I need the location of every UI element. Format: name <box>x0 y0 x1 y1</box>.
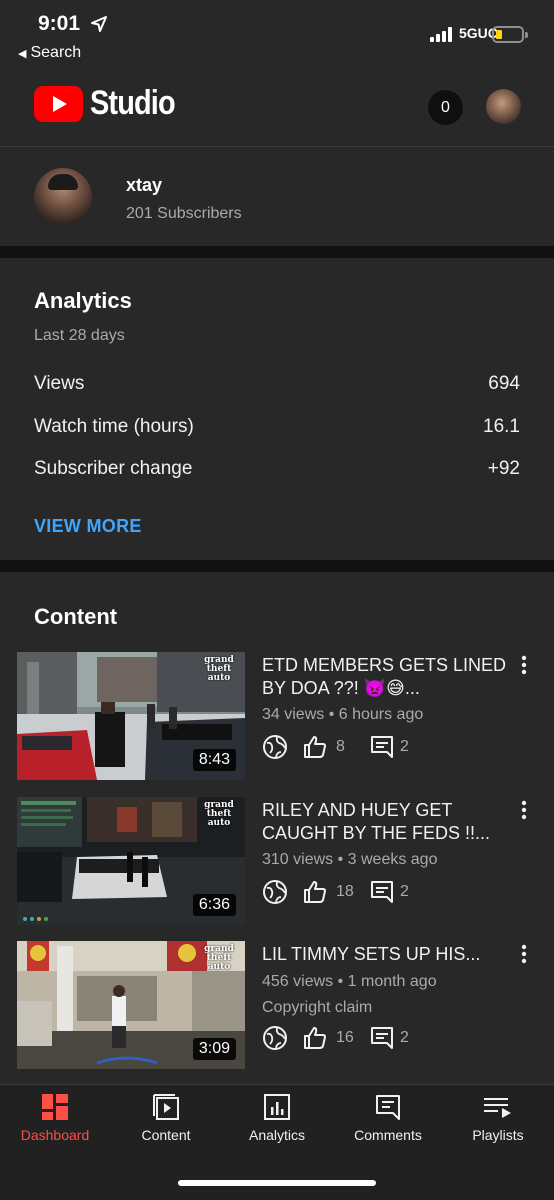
nav-label: Comments <box>354 1127 422 1143</box>
public-globe-icon <box>263 880 287 904</box>
video-meta: 34 views • 6 hours ago <box>262 706 424 723</box>
video-stats: 16 2 <box>262 1025 502 1053</box>
comment-icon <box>371 881 393 903</box>
nav-label: Content <box>141 1127 191 1143</box>
nav-label: Analytics <box>248 1127 306 1143</box>
nav-item-playlists[interactable]: Playlists <box>443 1093 553 1143</box>
dashboard-icon <box>42 1094 68 1120</box>
thumbnail-logo: grand theft auto <box>204 655 234 683</box>
comment-count: 2 <box>400 738 409 755</box>
section-separator <box>0 560 554 572</box>
like-count: 8 <box>336 738 345 755</box>
metric-value: +92 <box>487 458 520 479</box>
video-meta: 456 views • 1 month ago <box>262 973 437 990</box>
subscriber-count: 201 Subscribers <box>126 205 242 222</box>
video-duration: 3:09 <box>192 1038 236 1060</box>
like-count: 16 <box>336 1029 354 1046</box>
public-globe-icon <box>263 735 287 759</box>
video-item[interactable]: grand theft auto 6:36 RILEY AND HUEY GET… <box>0 797 554 927</box>
nav-label: Playlists <box>472 1127 524 1143</box>
battery-icon <box>492 26 528 43</box>
like-icon <box>304 881 326 903</box>
status-bar: 9:01 ◀ Search 5GUC <box>0 0 554 70</box>
video-meta: 310 views • 3 weeks ago <box>262 851 438 868</box>
nav-item-content[interactable]: Content <box>111 1093 221 1143</box>
analytics-period: Last 28 days <box>34 327 125 344</box>
channel-card[interactable]: xtay 201 Subscribers <box>0 148 554 246</box>
video-thumbnail[interactable]: grand theft auto 3:09 <box>17 941 245 1069</box>
comment-icon <box>371 736 393 758</box>
nav-item-analytics[interactable]: Analytics <box>222 1093 332 1143</box>
nav-label: Dashboard <box>20 1127 90 1143</box>
metric-subscriber-change: Subscriber change +92 <box>34 454 520 484</box>
video-title[interactable]: LIL TIMMY SETS UP HIS... <box>262 943 510 966</box>
nav-item-dashboard[interactable]: Dashboard <box>0 1093 110 1143</box>
location-arrow-icon <box>91 16 107 32</box>
public-globe-icon <box>263 1026 287 1050</box>
youtube-logo-icon <box>34 86 83 122</box>
metric-value: 16.1 <box>483 416 520 437</box>
playlists-icon <box>484 1098 511 1118</box>
video-duration: 8:43 <box>192 749 236 771</box>
video-stats: 18 2 <box>262 879 502 907</box>
like-icon <box>304 736 326 758</box>
view-more-button[interactable]: VIEW MORE <box>34 516 142 537</box>
channel-name: xtay <box>126 175 163 195</box>
video-title[interactable]: ETD MEMBERS GETS LINED BY DOA ??! 👿😅... <box>262 654 510 700</box>
like-icon <box>304 1027 326 1049</box>
home-indicator <box>178 1180 376 1186</box>
app-header: Studio 0 <box>0 70 554 146</box>
nav-item-comments[interactable]: Comments <box>333 1093 443 1143</box>
video-item[interactable]: grand theft auto 3:09 LIL TIMMY SETS UP … <box>0 941 554 1071</box>
copyright-claim-label[interactable]: Copyright claim <box>262 999 372 1017</box>
comment-count: 2 <box>400 883 409 900</box>
content-icon <box>153 1094 179 1120</box>
content-title: Content <box>34 604 118 629</box>
notification-badge[interactable]: 0 <box>428 90 463 125</box>
metric-label: Subscriber change <box>34 458 193 479</box>
content-card: Content grand theft auto 8:43 ETD MEMBER… <box>0 574 554 1086</box>
more-options-icon[interactable] <box>512 941 536 969</box>
video-stats: 8 2 <box>262 734 502 762</box>
metric-label: Views <box>34 373 85 394</box>
status-time: 9:01 <box>38 12 81 35</box>
thumbnail-logo: grand theft auto <box>204 800 234 828</box>
metric-value: 694 <box>488 373 520 394</box>
account-avatar[interactable] <box>486 89 521 124</box>
cellular-signal-icon <box>430 27 455 42</box>
analytics-card: Analytics Last 28 days Views 694 Watch t… <box>0 258 554 560</box>
back-search-label: Search <box>30 44 82 61</box>
video-thumbnail[interactable]: grand theft auto 6:36 <box>17 797 245 925</box>
back-to-search-link[interactable]: ◀ Search <box>18 44 81 62</box>
more-options-icon[interactable] <box>512 652 536 680</box>
analytics-title: Analytics <box>34 288 132 313</box>
metric-views: Views 694 <box>34 369 520 399</box>
metric-watch-time: Watch time (hours) 16.1 <box>34 412 520 442</box>
section-separator <box>0 246 554 258</box>
video-title[interactable]: RILEY AND HUEY GET CAUGHT BY THE FEDS !!… <box>262 799 510 845</box>
thumbnail-logo: grand theft auto <box>204 944 234 972</box>
header-divider <box>0 146 554 147</box>
comment-count: 2 <box>400 1029 409 1046</box>
more-options-icon[interactable] <box>512 797 536 825</box>
like-count: 18 <box>336 883 354 900</box>
video-item[interactable]: grand theft auto 8:43 ETD MEMBERS GETS L… <box>0 652 554 782</box>
video-thumbnail[interactable]: grand theft auto 8:43 <box>17 652 245 780</box>
video-duration: 6:36 <box>192 894 236 916</box>
comments-icon <box>376 1095 400 1120</box>
back-arrow-icon: ◀ <box>18 48 27 60</box>
app-title: Studio <box>90 84 176 122</box>
metric-label: Watch time (hours) <box>34 416 194 437</box>
channel-avatar <box>34 168 92 226</box>
analytics-icon <box>264 1094 290 1120</box>
comment-icon <box>371 1027 393 1049</box>
